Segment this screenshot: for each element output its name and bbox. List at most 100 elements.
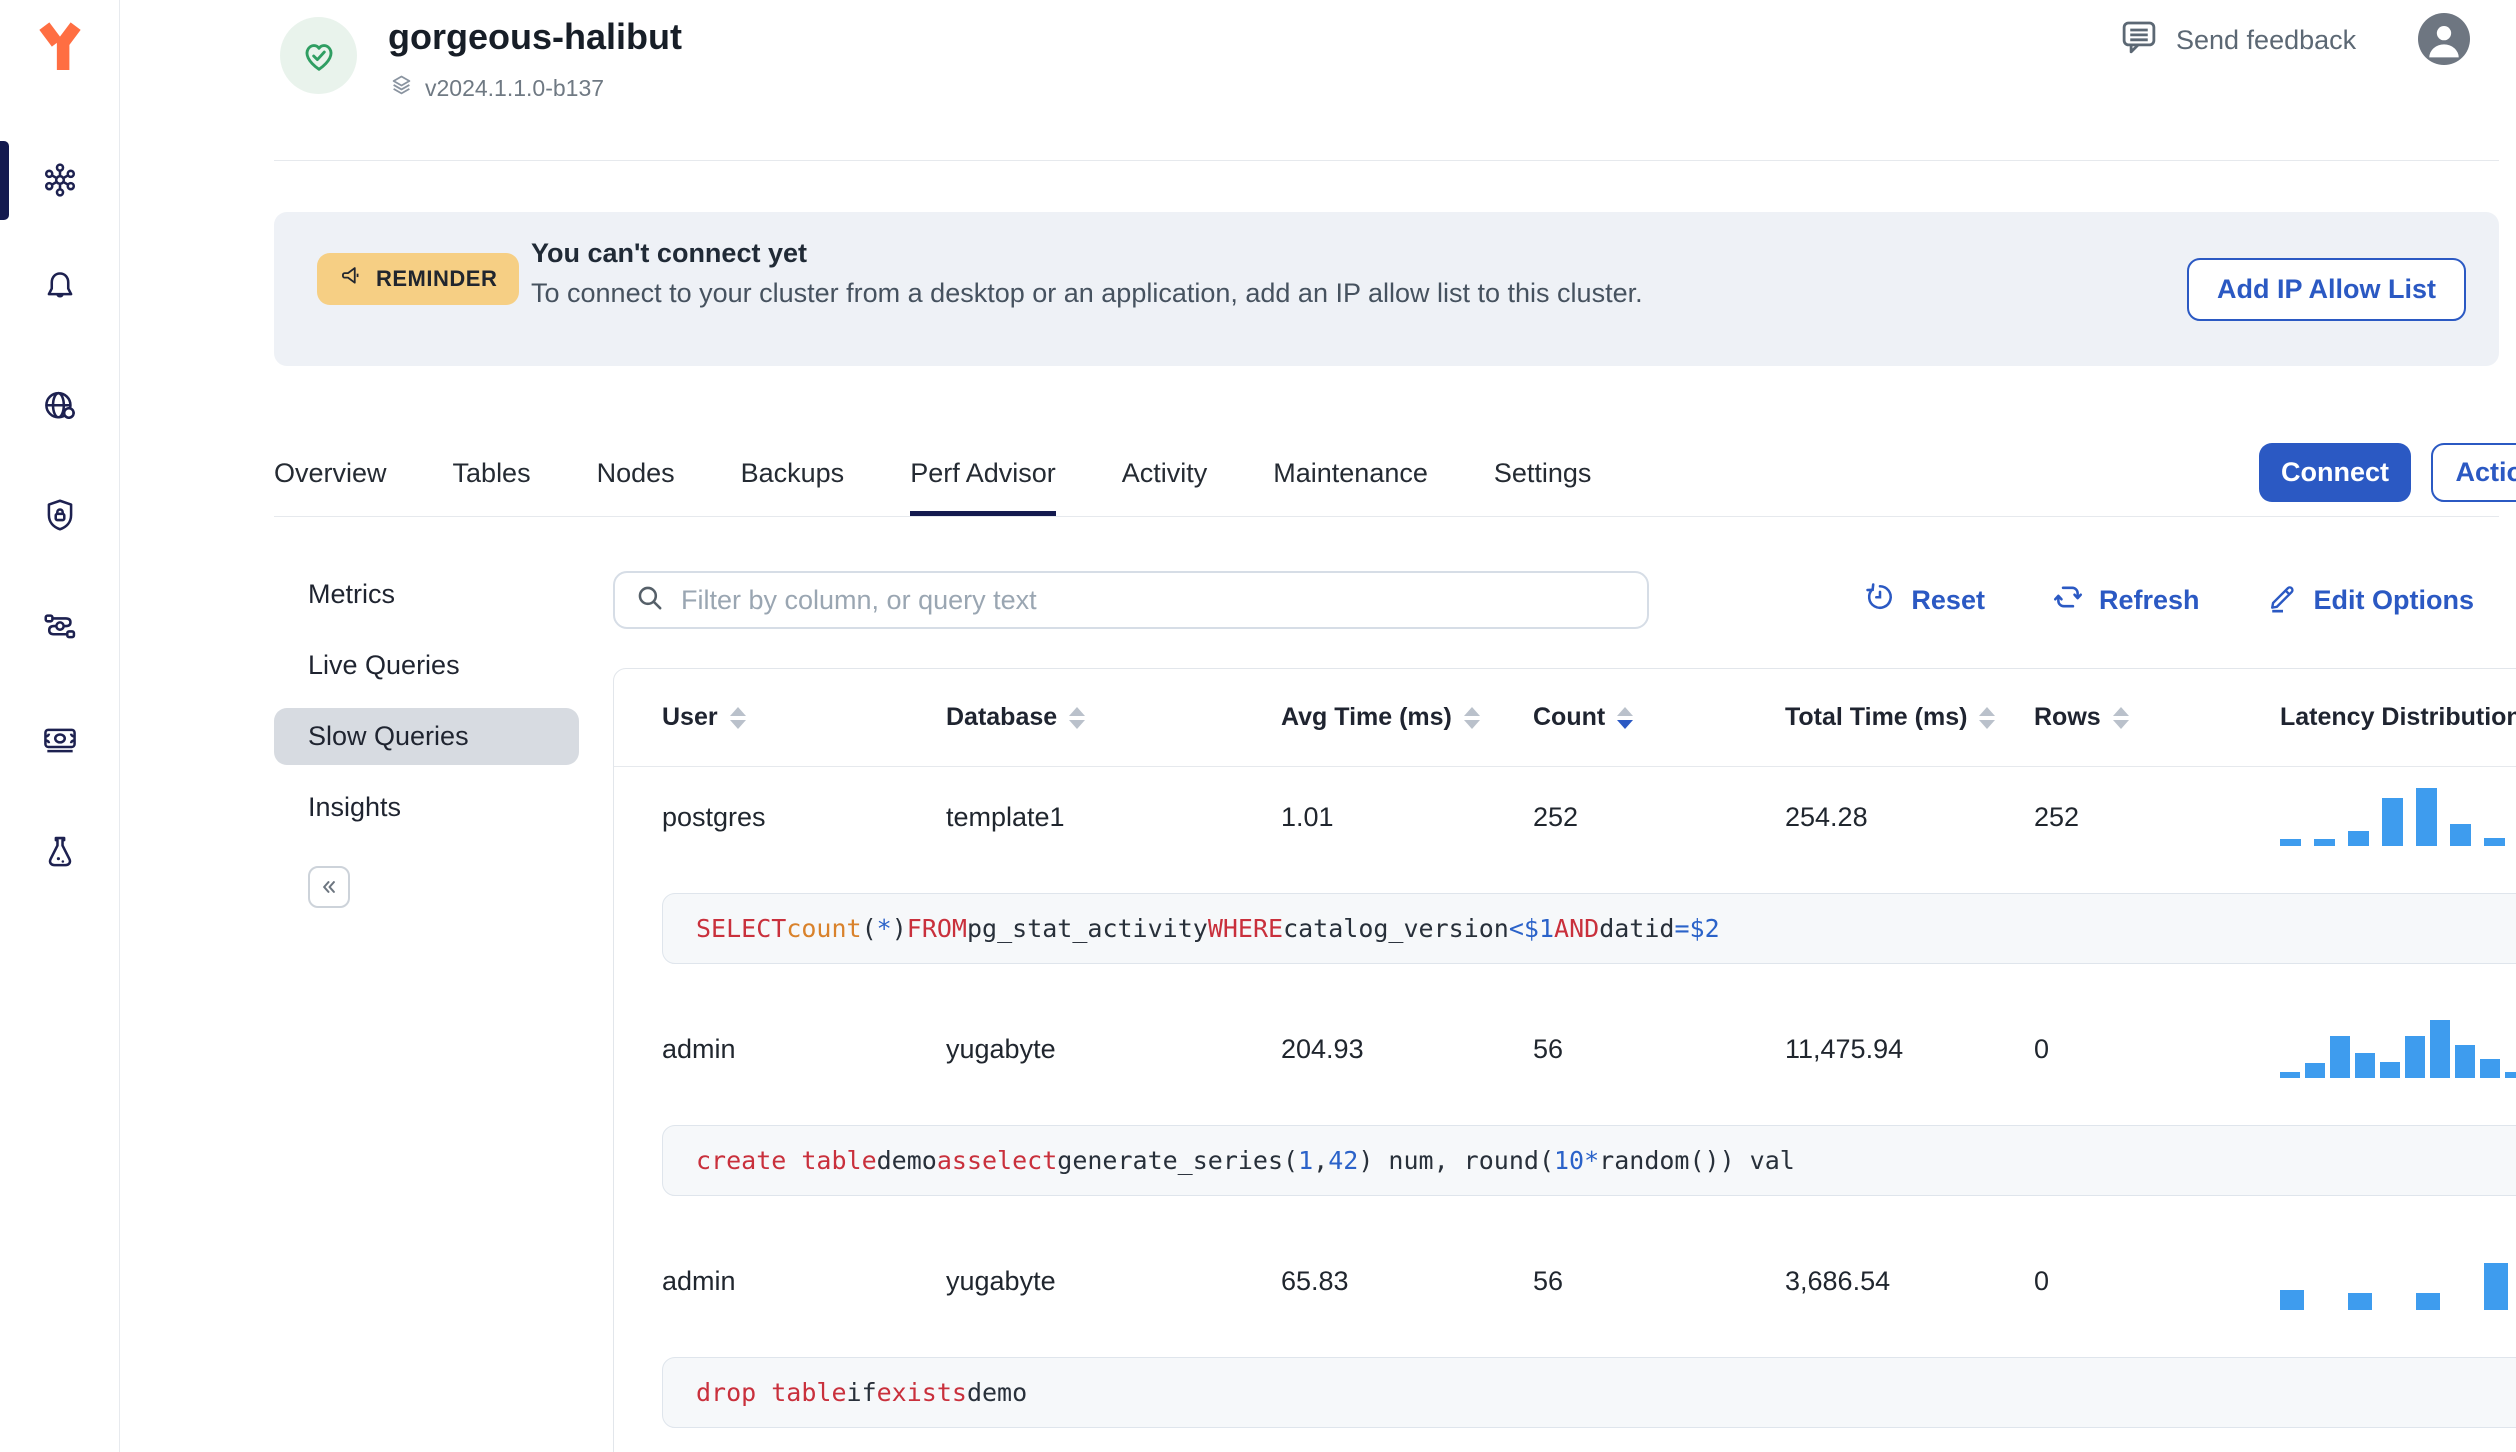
sql-token: select — [966, 1146, 1058, 1175]
histogram-bar — [2355, 1053, 2375, 1078]
subnav-item-metrics[interactable]: Metrics — [274, 566, 579, 623]
reset-label: Reset — [1911, 584, 1985, 615]
query-text: create table demo as select generate_ser… — [662, 1125, 2516, 1196]
sql-token: * — [876, 914, 892, 943]
histogram-bar — [2280, 1290, 2304, 1310]
subnav-item-slow-queries[interactable]: Slow Queries — [274, 708, 579, 765]
table-row[interactable]: postgres template1 1.01 252 254.28 252 — [614, 767, 2516, 867]
histogram-bar — [2480, 1058, 2500, 1078]
sidebar-item-clusters-icon[interactable] — [41, 161, 79, 199]
table-row[interactable]: admin yugabyte 65.83 56 3,686.54 0 — [614, 1231, 2516, 1331]
cell-rows: 252 — [2034, 801, 2080, 832]
sql-token: AND — [1554, 914, 1600, 943]
feedback-bubble-icon — [2118, 16, 2160, 65]
sidebar-item-alerts-icon[interactable] — [41, 268, 79, 306]
table-row[interactable]: admin yugabyte 204.93 56 11,475.94 0 — [614, 999, 2516, 1099]
tab-settings[interactable]: Settings — [1494, 448, 1592, 517]
refresh-button[interactable]: Refresh — [2051, 580, 2200, 621]
cell-avg-time: 65.83 — [1281, 1265, 1349, 1296]
subnav-item-live-queries[interactable]: Live Queries — [274, 637, 579, 694]
sidebar-item-network-icon[interactable] — [41, 387, 79, 425]
query-text: SELECT count(*) FROM pg_stat_activity WH… — [662, 893, 2516, 964]
histogram-bar — [2455, 1044, 2475, 1078]
tab-overview[interactable]: Overview — [274, 448, 387, 517]
sql-token: exists — [876, 1378, 967, 1407]
column-header-count[interactable]: Count — [1533, 703, 1785, 732]
histogram-bar — [2484, 1263, 2508, 1310]
column-header-rows[interactable]: Rows — [2034, 703, 2280, 732]
histogram-bar — [2380, 1061, 2400, 1078]
cell-avg-time: 204.93 — [1281, 1033, 1364, 1064]
tab-maintenance[interactable]: Maintenance — [1273, 448, 1428, 517]
sql-token: WHERE — [1207, 914, 1284, 943]
subnav-item-insights[interactable]: Insights — [274, 779, 579, 836]
reset-button[interactable]: Reset — [1863, 580, 1985, 621]
tab-nodes[interactable]: Nodes — [597, 448, 675, 517]
cell-total-time: 3,686.54 — [1785, 1265, 1891, 1296]
sidebar-item-billing-icon[interactable] — [41, 721, 79, 759]
sql-token: if — [846, 1378, 877, 1407]
send-feedback-button[interactable]: Send feedback — [2118, 16, 2356, 65]
column-header-avg-time[interactable]: Avg Time (ms) — [1281, 703, 1533, 732]
sql-token: count — [786, 914, 862, 943]
reminder-badge-label: REMINDER — [376, 266, 498, 291]
actions-label: Actions — [2455, 457, 2516, 487]
histogram-bar — [2348, 830, 2369, 846]
sql-token: 42 — [1328, 1146, 1359, 1175]
sql-token: < — [1508, 914, 1524, 943]
filter-input[interactable] — [681, 584, 1629, 616]
search-icon — [633, 581, 667, 620]
histogram-bar — [2505, 1072, 2516, 1078]
table-toolbar-buttons: Reset Refresh Edit Options — [1863, 571, 2497, 629]
histogram-bar — [2416, 1293, 2440, 1310]
user-avatar[interactable] — [2418, 13, 2470, 65]
sql-token: 10 — [1554, 1146, 1585, 1175]
actions-button[interactable]: Actions — [2431, 443, 2516, 502]
reset-history-icon — [1863, 580, 1897, 621]
cell-user: admin — [662, 1265, 736, 1296]
tab-tables[interactable]: Tables — [453, 448, 531, 517]
tab-perf-advisor[interactable]: Perf Advisor — [910, 448, 1056, 517]
tab-backups[interactable]: Backups — [741, 448, 845, 517]
sort-icon — [1979, 706, 1996, 729]
cell-user: admin — [662, 1033, 736, 1064]
histogram-bar — [2382, 797, 2403, 846]
banner-subtitle: To connect to your cluster from a deskto… — [531, 278, 1643, 308]
column-header-user[interactable]: User — [662, 703, 946, 732]
cluster-name: gorgeous-halibut — [388, 16, 682, 57]
sort-icon — [729, 706, 746, 729]
histogram-bar — [2405, 1035, 2425, 1078]
sort-icon — [1617, 706, 1634, 729]
reminder-badge: REMINDER — [317, 253, 520, 305]
column-header-latency-distribution[interactable]: Latency Distribution — [2280, 703, 2516, 732]
sidebar-item-integrations-icon[interactable] — [41, 608, 79, 646]
cluster-tabbar: Overview Tables Nodes Backups Perf Advis… — [274, 448, 1591, 517]
column-header-database[interactable]: Database — [946, 703, 1281, 732]
perf-advisor-subnav: Metrics Live Queries Slow Queries Insigh… — [274, 566, 579, 836]
edit-options-label: Edit Options — [2313, 584, 2474, 615]
histogram-bar — [2430, 1020, 2450, 1078]
cluster-health-icon — [280, 17, 357, 94]
header-divider — [274, 160, 2499, 161]
tab-activity[interactable]: Activity — [1122, 448, 1208, 517]
sidebar-item-security-icon[interactable] — [41, 496, 79, 534]
collapse-sidenav-button[interactable] — [308, 866, 350, 908]
sort-icon — [1463, 706, 1480, 729]
cell-rows: 0 — [2034, 1033, 2050, 1064]
edit-options-button[interactable]: Edit Options — [2266, 580, 2474, 621]
megaphone-icon — [339, 263, 366, 296]
yugabyte-logo-icon[interactable] — [36, 22, 84, 76]
cell-database: yugabyte — [946, 1265, 1056, 1296]
sidebar-active-indicator — [0, 141, 9, 220]
refresh-label: Refresh — [2098, 584, 2200, 615]
connect-button[interactable]: Connect — [2259, 443, 2411, 502]
sidebar-item-labs-icon[interactable] — [41, 833, 79, 871]
column-header-total-time[interactable]: Total Time (ms) — [1785, 703, 2034, 732]
cell-avg-time: 1.01 — [1281, 801, 1334, 832]
banner-title: You can't connect yet — [531, 238, 807, 268]
add-ip-allow-list-button[interactable]: Add IP Allow List — [2187, 258, 2466, 321]
sql-token: SELECT — [696, 914, 787, 943]
filter-input-wrap — [613, 571, 1649, 629]
sql-token: $2 — [1689, 914, 1720, 943]
sql-token: ( — [861, 914, 877, 943]
